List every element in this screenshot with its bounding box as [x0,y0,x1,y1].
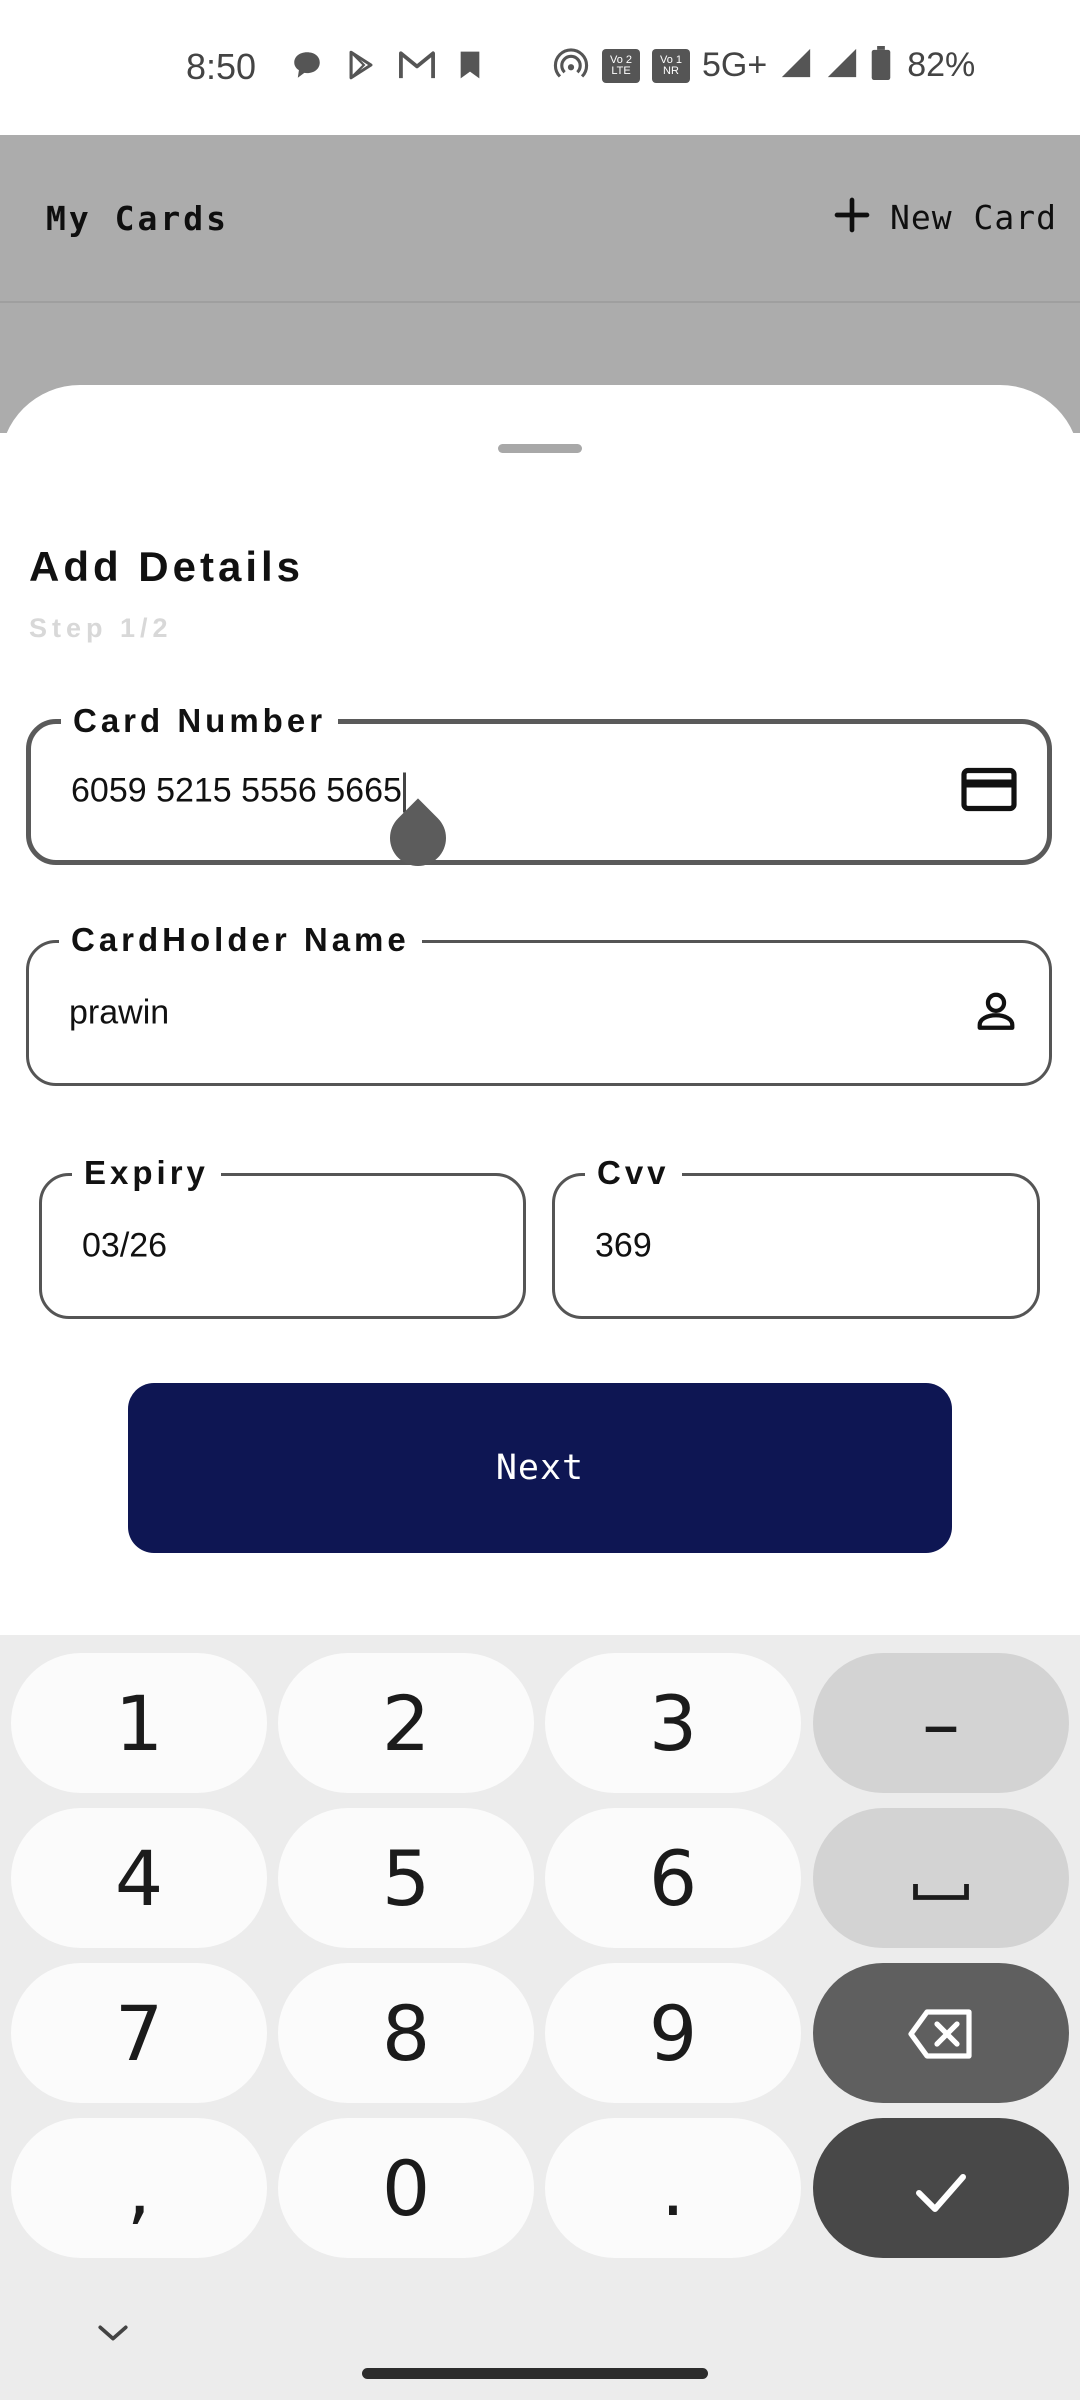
expiry-value: 03/26 [82,1226,168,1265]
step-indicator: Step 1/2 [29,613,173,643]
key-1[interactable]: 1 [11,1653,267,1793]
expiry-field[interactable]: Expiry 03/26 [39,1151,526,1319]
cvv-field[interactable]: Cvv 369 [552,1151,1040,1319]
add-details-sheet: Add Details Step 1/2 Card Number 6059 52… [0,385,1080,1635]
battery-percent: 82% [907,46,976,84]
signal-icon [825,46,859,85]
chat-icon [290,48,324,87]
key-8[interactable]: 8 [278,1963,534,2103]
person-icon [973,988,1019,1039]
drag-handle[interactable] [498,444,582,453]
signal-icon [779,46,813,85]
card-number-value-wrap: 6059 5215 5556 5665 [71,771,406,813]
key-backspace[interactable] [813,1963,1069,2103]
hotspot-icon [552,46,590,85]
new-card-button[interactable]: New Card [832,195,1057,240]
chevron-down-icon[interactable] [96,2322,130,2349]
plus-icon [832,195,872,240]
key-dash[interactable]: – [813,1653,1069,1793]
space-icon [911,1834,971,1923]
expiry-label: Expiry [72,1151,221,1195]
bookmark-icon [456,49,484,86]
key-done[interactable] [813,2118,1069,2258]
cvv-label: Cvv [585,1151,682,1195]
key-comma[interactable]: , [11,2118,267,2258]
text-caret [402,772,406,813]
status-time: 8:50 [186,46,257,87]
card-number-label: Card Number [61,699,339,743]
cardholder-name-field[interactable]: CardHolder Name prawin [26,918,1052,1086]
key-space[interactable] [813,1808,1069,1948]
key-6[interactable]: 6 [545,1808,801,1948]
check-icon [913,2144,969,2233]
card-number-value: 6059 5215 5556 5665 [71,771,402,810]
cardholder-name-label: CardHolder Name [59,918,422,962]
new-card-label: New Card [890,198,1057,237]
next-button[interactable]: Next [128,1383,952,1553]
volte-icon: Vo 2 LTE [602,48,640,83]
gmail-icon [398,48,436,87]
credit-card-icon [961,767,1017,817]
gesture-nav-bar[interactable] [362,2368,708,2379]
cvv-value: 369 [595,1226,652,1265]
key-5[interactable]: 5 [278,1808,534,1948]
key-3[interactable]: 3 [545,1653,801,1793]
card-number-field[interactable]: Card Number 6059 5215 5556 5665 [26,699,1052,865]
battery-icon [871,46,891,85]
key-9[interactable]: 9 [545,1963,801,2103]
app-bar: My Cards New Card [0,135,1080,303]
vonr-icon: Vo 1 NR [652,48,690,83]
page-title: My Cards [46,199,229,238]
status-bar: 8:50 Vo 2 LTE Vo 1 NR 5G+ 82% [0,0,1080,135]
key-0[interactable]: 0 [278,2118,534,2258]
network-type: 5G+ [702,46,768,84]
key-7[interactable]: 7 [11,1963,267,2103]
play-store-icon [344,48,378,87]
numeric-keyboard: 1 2 3 – 4 5 6 7 8 9 , 0 . [0,1635,1080,2400]
key-4[interactable]: 4 [11,1808,267,1948]
sheet-title: Add Details [29,543,305,590]
key-2[interactable]: 2 [278,1653,534,1793]
key-period[interactable]: . [545,2118,801,2258]
backspace-icon [906,1989,976,2078]
cardholder-name-value: prawin [69,993,170,1032]
